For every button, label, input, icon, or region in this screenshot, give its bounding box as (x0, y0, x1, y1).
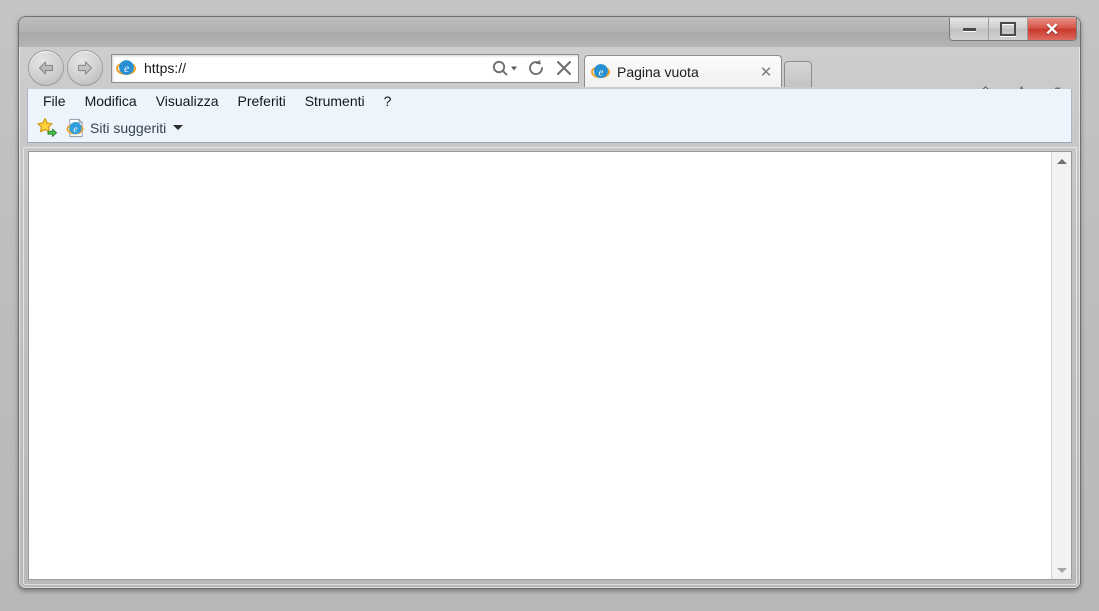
new-tab-button[interactable] (784, 61, 812, 87)
menu-item-modifica[interactable]: Modifica (77, 91, 145, 111)
close-x-icon (557, 61, 571, 75)
menu-item-visualizza[interactable]: Visualizza (148, 91, 227, 111)
refresh-button[interactable] (522, 56, 550, 81)
menu-item-strumenti[interactable]: Strumenti (297, 91, 373, 111)
internet-explorer-icon: e (116, 60, 136, 75)
triangle-down-icon (1056, 567, 1067, 573)
desktop-background: ✕ e https:// e Pagina vuota ✕ File Modif… (0, 0, 1099, 611)
svg-text:e: e (599, 66, 604, 78)
internet-explorer-icon: e (591, 64, 610, 78)
tab-pagina-vuota[interactable]: e Pagina vuota ✕ (584, 55, 782, 87)
close-button[interactable]: ✕ (1028, 18, 1076, 40)
tab-close-button[interactable]: ✕ (756, 62, 776, 82)
vertical-scrollbar[interactable] (1051, 152, 1071, 579)
forward-button[interactable] (67, 50, 103, 86)
tab-label: Pagina vuota (617, 63, 699, 80)
address-bar[interactable]: e https:// (111, 53, 579, 83)
svg-text:e: e (73, 123, 78, 134)
tab-strip: e Pagina vuota ✕ (584, 47, 812, 89)
minimize-icon (962, 27, 976, 31)
favorites-bar: e Siti suggeriti (27, 113, 1072, 143)
internet-explorer-window: ✕ e https:// e Pagina vuota ✕ File Modif… (18, 16, 1081, 589)
suggested-sites-item[interactable]: e Siti suggeriti (66, 117, 184, 138)
page-canvas[interactable] (29, 152, 1051, 579)
menu-item-help[interactable]: ? (376, 91, 400, 111)
title-bar[interactable]: ✕ (19, 17, 1080, 47)
svg-text:e: e (124, 63, 129, 75)
triangle-up-icon (1056, 158, 1067, 164)
suggested-sites-label: Siti suggeriti (90, 119, 167, 136)
chevron-down-icon[interactable] (173, 125, 184, 130)
search-icon (492, 60, 517, 76)
add-to-favorites-button[interactable] (36, 117, 58, 138)
arrow-left-icon (38, 61, 54, 75)
close-icon: ✕ (1044, 19, 1060, 39)
navigation-toolbar: e https:// e Pagina vuota ✕ (19, 47, 1080, 108)
address-input[interactable]: https:// (136, 60, 488, 76)
scroll-up-button[interactable] (1052, 152, 1071, 170)
menu-item-preferiti[interactable]: Preferiti (229, 91, 293, 111)
menu-bar: File Modifica Visualizza Preferiti Strum… (27, 89, 1072, 113)
browser-content-frame (28, 151, 1072, 580)
maximize-icon (1000, 22, 1016, 36)
minimize-button[interactable] (950, 18, 989, 40)
maximize-button[interactable] (989, 18, 1028, 40)
internet-explorer-page-icon: e (66, 117, 84, 137)
scroll-down-button[interactable] (1052, 561, 1071, 579)
stop-button[interactable] (550, 56, 578, 81)
refresh-icon (529, 59, 543, 75)
menu-item-file[interactable]: File (35, 91, 74, 111)
search-button[interactable] (488, 56, 522, 81)
arrow-right-icon (77, 61, 93, 75)
back-button[interactable] (28, 50, 64, 86)
window-controls: ✕ (949, 18, 1077, 41)
star-add-icon (37, 117, 57, 137)
